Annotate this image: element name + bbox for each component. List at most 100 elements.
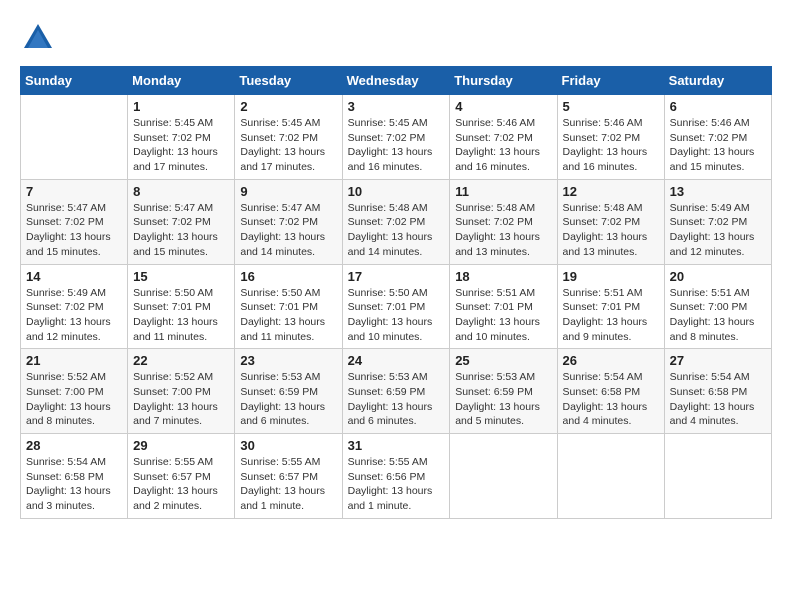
day-info: Sunrise: 5:47 AM Sunset: 7:02 PM Dayligh… [26,201,122,260]
day-info: Sunrise: 5:55 AM Sunset: 6:57 PM Dayligh… [240,455,336,514]
day-info: Sunrise: 5:52 AM Sunset: 7:00 PM Dayligh… [26,370,122,429]
day-info: Sunrise: 5:45 AM Sunset: 7:02 PM Dayligh… [240,116,336,175]
header-saturday: Saturday [664,67,771,95]
header-tuesday: Tuesday [235,67,342,95]
day-info: Sunrise: 5:51 AM Sunset: 7:01 PM Dayligh… [563,286,659,345]
calendar-cell: 31 Sunrise: 5:55 AM Sunset: 6:56 PM Dayli… [342,434,450,519]
day-number: 26 [563,353,659,368]
calendar-cell: 27 Sunrise: 5:54 AM Sunset: 6:58 PM Dayli… [664,349,771,434]
calendar-cell: 22Sunrise: 5:52 AM Sunset: 7:00 PM Dayli… [128,349,235,434]
calendar-cell: 9Sunrise: 5:47 AM Sunset: 7:02 PM Daylig… [235,179,342,264]
day-number: 24 [348,353,445,368]
day-number: 31 [348,438,445,453]
day-number: 2 [240,99,336,114]
day-info: Sunrise: 5:48 AM Sunset: 7:02 PM Dayligh… [563,201,659,260]
day-number: 19 [563,269,659,284]
calendar-week-3: 14 Sunrise: 5:49 AM Sunset: 7:02 PM Dayli… [21,264,772,349]
calendar-cell: 1Sunrise: 5:45 AM Sunset: 7:02 PM Daylig… [128,95,235,180]
day-number: 27 [670,353,766,368]
day-number: 7 [26,184,122,199]
day-info: Sunrise: 5:49 AM Sunset: 7:02 PM Dayligh… [26,286,122,345]
day-info: Sunrise: 5:54 AM Sunset: 6:58 PM Dayligh… [670,370,766,429]
day-number: 20 [670,269,766,284]
calendar-cell: 29Sunrise: 5:55 AM Sunset: 6:57 PM Dayli… [128,434,235,519]
calendar-header-row: SundayMondayTuesdayWednesdayThursdayFrid… [21,67,772,95]
calendar-table: SundayMondayTuesdayWednesdayThursdayFrid… [20,66,772,519]
day-info: Sunrise: 5:46 AM Sunset: 7:02 PM Dayligh… [563,116,659,175]
header-thursday: Thursday [450,67,557,95]
day-number: 30 [240,438,336,453]
calendar-cell: 30 Sunrise: 5:55 AM Sunset: 6:57 PM Dayli… [235,434,342,519]
day-info: Sunrise: 5:55 AM Sunset: 6:57 PM Dayligh… [133,455,229,514]
day-info: Sunrise: 5:53 AM Sunset: 6:59 PM Dayligh… [455,370,551,429]
calendar-cell: 5 Sunrise: 5:46 AM Sunset: 7:02 PM Daylig… [557,95,664,180]
day-number: 15 [133,269,229,284]
day-info: Sunrise: 5:46 AM Sunset: 7:02 PM Dayligh… [455,116,551,175]
calendar-cell: 17Sunrise: 5:50 AM Sunset: 7:01 PM Dayli… [342,264,450,349]
day-info: Sunrise: 5:49 AM Sunset: 7:02 PM Dayligh… [670,201,766,260]
logo [20,20,62,56]
calendar-cell: 6 Sunrise: 5:46 AM Sunset: 7:02 PM Daylig… [664,95,771,180]
header-wednesday: Wednesday [342,67,450,95]
header-sunday: Sunday [21,67,128,95]
day-number: 18 [455,269,551,284]
calendar-cell: 18 Sunrise: 5:51 AM Sunset: 7:01 PM Dayli… [450,264,557,349]
calendar-cell: 21 Sunrise: 5:52 AM Sunset: 7:00 PM Dayli… [21,349,128,434]
logo-icon [20,20,56,56]
calendar-cell: 11 Sunrise: 5:48 AM Sunset: 7:02 PM Dayli… [450,179,557,264]
day-info: Sunrise: 5:48 AM Sunset: 7:02 PM Dayligh… [348,201,445,260]
calendar-week-5: 28Sunrise: 5:54 AM Sunset: 6:58 PM Dayli… [21,434,772,519]
calendar-cell: 12 Sunrise: 5:48 AM Sunset: 7:02 PM Dayli… [557,179,664,264]
day-number: 12 [563,184,659,199]
day-number: 3 [348,99,445,114]
day-info: Sunrise: 5:54 AM Sunset: 6:58 PM Dayligh… [563,370,659,429]
calendar-cell: 2 Sunrise: 5:45 AM Sunset: 7:02 PM Daylig… [235,95,342,180]
page-header [20,20,772,56]
day-info: Sunrise: 5:48 AM Sunset: 7:02 PM Dayligh… [455,201,551,260]
day-number: 4 [455,99,551,114]
calendar-cell: 26 Sunrise: 5:54 AM Sunset: 6:58 PM Dayli… [557,349,664,434]
day-info: Sunrise: 5:51 AM Sunset: 7:01 PM Dayligh… [455,286,551,345]
day-info: Sunrise: 5:50 AM Sunset: 7:01 PM Dayligh… [348,286,445,345]
calendar-cell: 16Sunrise: 5:50 AM Sunset: 7:01 PM Dayli… [235,264,342,349]
calendar-week-2: 7 Sunrise: 5:47 AM Sunset: 7:02 PM Daylig… [21,179,772,264]
calendar-cell: 14 Sunrise: 5:49 AM Sunset: 7:02 PM Dayli… [21,264,128,349]
header-monday: Monday [128,67,235,95]
calendar-cell: 24Sunrise: 5:53 AM Sunset: 6:59 PM Dayli… [342,349,450,434]
calendar-cell: 28Sunrise: 5:54 AM Sunset: 6:58 PM Dayli… [21,434,128,519]
day-number: 14 [26,269,122,284]
day-info: Sunrise: 5:45 AM Sunset: 7:02 PM Dayligh… [133,116,229,175]
day-info: Sunrise: 5:51 AM Sunset: 7:00 PM Dayligh… [670,286,766,345]
calendar-cell: 4 Sunrise: 5:46 AM Sunset: 7:02 PM Daylig… [450,95,557,180]
calendar-cell: 19 Sunrise: 5:51 AM Sunset: 7:01 PM Dayli… [557,264,664,349]
calendar-cell [557,434,664,519]
calendar-cell: 13Sunrise: 5:49 AM Sunset: 7:02 PM Dayli… [664,179,771,264]
day-info: Sunrise: 5:54 AM Sunset: 6:58 PM Dayligh… [26,455,122,514]
day-info: Sunrise: 5:55 AM Sunset: 6:56 PM Dayligh… [348,455,445,514]
day-info: Sunrise: 5:45 AM Sunset: 7:02 PM Dayligh… [348,116,445,175]
day-info: Sunrise: 5:50 AM Sunset: 7:01 PM Dayligh… [133,286,229,345]
day-info: Sunrise: 5:47 AM Sunset: 7:02 PM Dayligh… [240,201,336,260]
day-info: Sunrise: 5:46 AM Sunset: 7:02 PM Dayligh… [670,116,766,175]
calendar-cell: 3 Sunrise: 5:45 AM Sunset: 7:02 PM Daylig… [342,95,450,180]
day-number: 8 [133,184,229,199]
header-friday: Friday [557,67,664,95]
day-number: 23 [240,353,336,368]
day-info: Sunrise: 5:47 AM Sunset: 7:02 PM Dayligh… [133,201,229,260]
calendar-week-4: 21 Sunrise: 5:52 AM Sunset: 7:00 PM Dayli… [21,349,772,434]
calendar-cell: 7 Sunrise: 5:47 AM Sunset: 7:02 PM Daylig… [21,179,128,264]
calendar-cell: 23 Sunrise: 5:53 AM Sunset: 6:59 PM Dayli… [235,349,342,434]
day-number: 11 [455,184,551,199]
calendar-cell [21,95,128,180]
day-number: 10 [348,184,445,199]
calendar-cell: 8 Sunrise: 5:47 AM Sunset: 7:02 PM Daylig… [128,179,235,264]
day-number: 16 [240,269,336,284]
day-info: Sunrise: 5:52 AM Sunset: 7:00 PM Dayligh… [133,370,229,429]
day-number: 5 [563,99,659,114]
calendar-cell [664,434,771,519]
calendar-week-1: 1Sunrise: 5:45 AM Sunset: 7:02 PM Daylig… [21,95,772,180]
day-info: Sunrise: 5:53 AM Sunset: 6:59 PM Dayligh… [240,370,336,429]
day-number: 6 [670,99,766,114]
calendar-cell: 20 Sunrise: 5:51 AM Sunset: 7:00 PM Dayli… [664,264,771,349]
day-number: 21 [26,353,122,368]
